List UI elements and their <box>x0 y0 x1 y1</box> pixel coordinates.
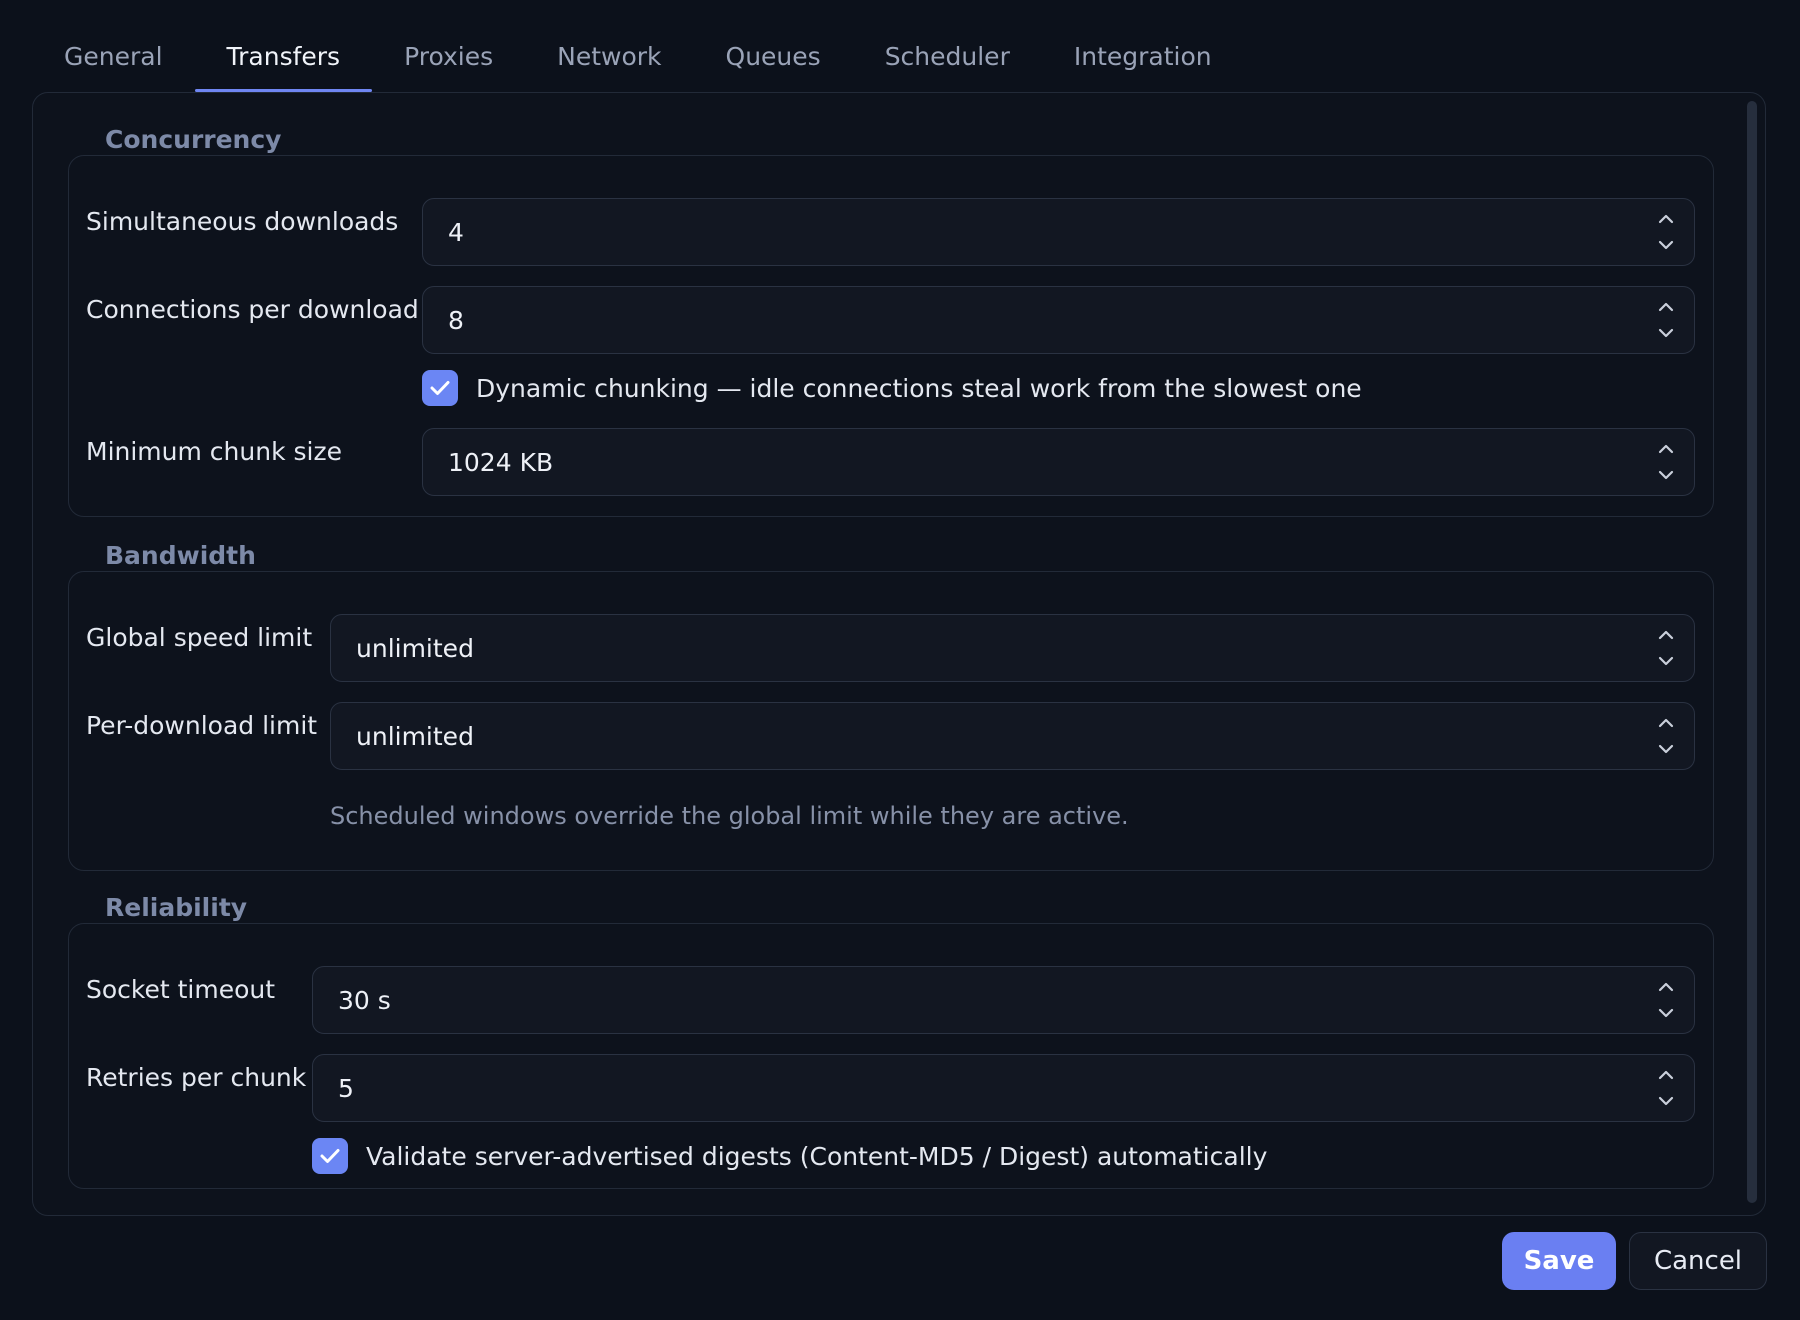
save-button[interactable]: Save <box>1502 1232 1616 1290</box>
minimum-chunk-size-spinbox[interactable]: 1024 KB <box>422 428 1695 496</box>
transfers-panel: Simultaneous downloads 4 Connections per… <box>32 92 1766 1216</box>
chevron-down-icon[interactable] <box>1655 234 1677 256</box>
chevron-down-icon[interactable] <box>1655 738 1677 760</box>
vertical-scrollbar[interactable] <box>1745 101 1757 1203</box>
reliability-group: Socket timeout 30 s Retries per chunk 5 <box>68 923 1714 1189</box>
bandwidth-group-title: Bandwidth <box>97 541 264 570</box>
cancel-button[interactable]: Cancel <box>1629 1232 1767 1290</box>
chevron-down-icon[interactable] <box>1655 1002 1677 1024</box>
per-download-limit-label: Per-download limit <box>86 711 318 740</box>
chevron-up-icon[interactable] <box>1655 296 1677 318</box>
dynamic-chunking-label: Dynamic chunking — idle connections stea… <box>476 373 1362 403</box>
socket-timeout-spinbox[interactable]: 30 s <box>312 966 1695 1034</box>
tab-network[interactable]: Network <box>525 28 693 92</box>
retries-per-chunk-value[interactable]: 5 <box>313 1074 1646 1103</box>
spin-arrows <box>1646 199 1686 265</box>
chevron-down-icon[interactable] <box>1655 464 1677 486</box>
spin-arrows <box>1646 703 1686 769</box>
tab-bar: General Transfers Proxies Network Queues… <box>32 28 1244 92</box>
socket-timeout-label: Socket timeout <box>86 975 276 1004</box>
minimum-chunk-size-value[interactable]: 1024 KB <box>423 448 1646 477</box>
tab-transfers[interactable]: Transfers <box>194 28 373 92</box>
connections-per-download-value[interactable]: 8 <box>423 306 1646 335</box>
tab-scheduler[interactable]: Scheduler <box>853 28 1042 92</box>
connections-per-download-spinbox[interactable]: 8 <box>422 286 1695 354</box>
minimum-chunk-size-label: Minimum chunk size <box>86 437 342 466</box>
chevron-up-icon[interactable] <box>1655 976 1677 998</box>
chevron-up-icon[interactable] <box>1655 208 1677 230</box>
global-speed-limit-value[interactable]: unlimited <box>331 634 1646 663</box>
chevron-up-icon[interactable] <box>1655 712 1677 734</box>
preferences-window: General Transfers Proxies Network Queues… <box>0 0 1800 1320</box>
concurrency-group-title: Concurrency <box>97 125 290 154</box>
reliability-group-title: Reliability <box>97 893 256 922</box>
scrollbar-thumb[interactable] <box>1747 101 1757 1203</box>
spin-arrows <box>1646 615 1686 681</box>
checkmark-icon <box>430 381 450 395</box>
chevron-up-icon[interactable] <box>1655 438 1677 460</box>
chevron-down-icon[interactable] <box>1655 322 1677 344</box>
global-speed-limit-label: Global speed limit <box>86 623 313 652</box>
spin-arrows <box>1646 967 1686 1033</box>
chevron-down-icon[interactable] <box>1655 650 1677 672</box>
per-download-limit-spinbox[interactable]: unlimited <box>330 702 1695 770</box>
retries-per-chunk-label: Retries per chunk <box>86 1063 307 1092</box>
spin-arrows <box>1646 287 1686 353</box>
tab-general[interactable]: General <box>32 28 195 92</box>
retries-per-chunk-spinbox[interactable]: 5 <box>312 1054 1695 1122</box>
validate-digests-label: Validate server-advertised digests (Cont… <box>366 1141 1268 1171</box>
tab-queues[interactable]: Queues <box>694 28 853 92</box>
dynamic-chunking-checkbox[interactable] <box>422 370 458 406</box>
global-speed-limit-spinbox[interactable]: unlimited <box>330 614 1695 682</box>
tab-integration[interactable]: Integration <box>1042 28 1244 92</box>
bandwidth-group: Global speed limit unlimited Per-downloa… <box>68 571 1714 871</box>
socket-timeout-value[interactable]: 30 s <box>313 986 1646 1015</box>
simultaneous-downloads-label: Simultaneous downloads <box>86 207 399 236</box>
spin-arrows <box>1646 429 1686 495</box>
dynamic-chunking-option[interactable]: Dynamic chunking — idle connections stea… <box>422 370 1362 406</box>
bandwidth-hint: Scheduled windows override the global li… <box>330 802 1129 830</box>
validate-digests-option[interactable]: Validate server-advertised digests (Cont… <box>312 1138 1267 1174</box>
checkmark-icon <box>320 1149 340 1163</box>
chevron-up-icon[interactable] <box>1655 624 1677 646</box>
validate-digests-checkbox[interactable] <box>312 1138 348 1174</box>
concurrency-group: Simultaneous downloads 4 Connections per… <box>68 155 1714 517</box>
simultaneous-downloads-value[interactable]: 4 <box>423 218 1646 247</box>
per-download-limit-value[interactable]: unlimited <box>331 722 1646 751</box>
spin-arrows <box>1646 1055 1686 1121</box>
chevron-down-icon[interactable] <box>1655 1090 1677 1112</box>
connections-per-download-label: Connections per download <box>86 295 419 324</box>
chevron-up-icon[interactable] <box>1655 1064 1677 1086</box>
simultaneous-downloads-spinbox[interactable]: 4 <box>422 198 1695 266</box>
tab-proxies[interactable]: Proxies <box>372 28 525 92</box>
